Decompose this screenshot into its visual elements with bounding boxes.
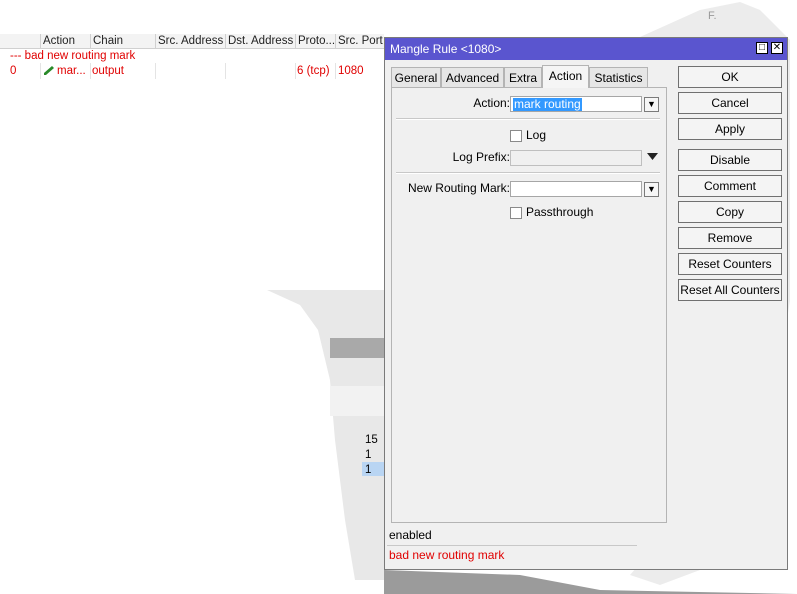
disable-button[interactable]: Disable bbox=[678, 149, 782, 171]
action-dropdown-button[interactable]: ▼ bbox=[644, 97, 659, 112]
status-divider bbox=[387, 545, 637, 546]
dialog-title: Mangle Rule <1080> bbox=[390, 42, 502, 56]
reset-counters-button[interactable]: Reset Counters bbox=[678, 253, 782, 275]
mangle-rule-dialog: Mangle Rule <1080> □ ✕ General Advanced … bbox=[384, 37, 788, 570]
separator bbox=[396, 172, 660, 174]
comment-button[interactable]: Comment bbox=[678, 175, 782, 197]
status-enabled: enabled bbox=[389, 528, 432, 542]
tab-action[interactable]: Action bbox=[542, 65, 589, 88]
action-tab-panel: Action: mark routing ▼ Log Log Prefix: N… bbox=[391, 87, 667, 523]
new-routing-mark-input[interactable] bbox=[510, 181, 642, 197]
new-routing-mark-dropdown-button[interactable]: ▼ bbox=[644, 182, 659, 197]
apply-button[interactable]: Apply bbox=[678, 118, 782, 140]
action-label: Action: bbox=[473, 96, 510, 110]
tab-statistics[interactable]: Statistics bbox=[589, 67, 648, 87]
log-checkbox[interactable] bbox=[510, 130, 522, 142]
log-prefix-field[interactable] bbox=[510, 150, 642, 166]
separator bbox=[396, 118, 660, 120]
fragment-text: 15 bbox=[365, 434, 378, 446]
new-routing-mark-label: New Routing Mark: bbox=[407, 181, 510, 195]
log-label: Log bbox=[526, 128, 547, 142]
copy-button[interactable]: Copy bbox=[678, 201, 782, 223]
action-select-value: mark routing bbox=[513, 97, 582, 111]
tab-general[interactable]: General bbox=[391, 67, 441, 87]
ok-button[interactable]: OK bbox=[678, 66, 782, 88]
restore-button[interactable]: □ bbox=[756, 42, 768, 54]
passthrough-checkbox[interactable] bbox=[510, 207, 522, 219]
reset-all-counters-button[interactable]: Reset All Counters bbox=[678, 279, 782, 301]
remove-button[interactable]: Remove bbox=[678, 227, 782, 249]
passthrough-label: Passthrough bbox=[526, 205, 594, 219]
status-comment: bad new routing mark bbox=[389, 548, 505, 562]
tab-extra[interactable]: Extra bbox=[504, 67, 542, 87]
action-select[interactable]: mark routing bbox=[510, 96, 642, 112]
fragment-corner-text: F. bbox=[708, 10, 717, 22]
chevron-down-icon[interactable] bbox=[647, 153, 658, 161]
log-prefix-label: Log Prefix: bbox=[452, 150, 510, 164]
cancel-button[interactable]: Cancel bbox=[678, 92, 782, 114]
fragment-text: 1 bbox=[365, 464, 372, 476]
dialog-titlebar[interactable]: Mangle Rule <1080> □ ✕ bbox=[385, 38, 787, 60]
fragment-text: 1 bbox=[365, 449, 372, 461]
tab-advanced[interactable]: Advanced bbox=[441, 67, 504, 87]
close-button[interactable]: ✕ bbox=[771, 42, 783, 54]
